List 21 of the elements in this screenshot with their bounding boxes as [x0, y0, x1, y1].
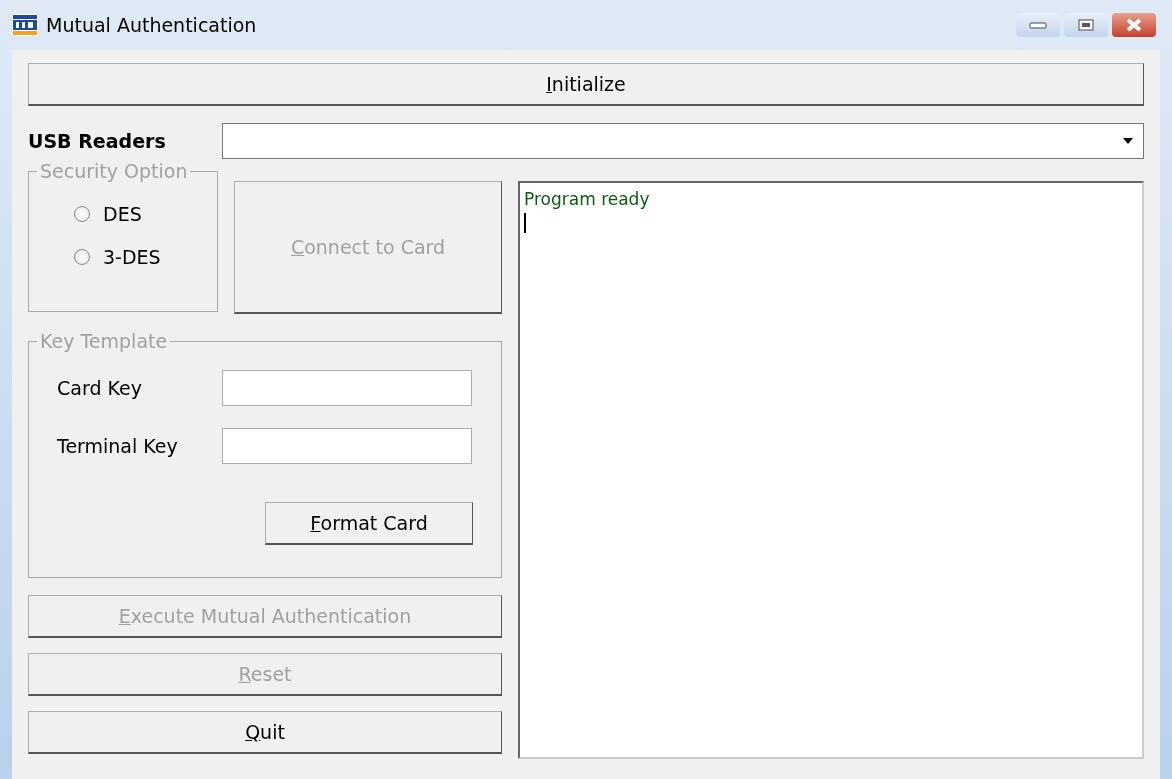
close-button[interactable]	[1112, 13, 1156, 37]
reader-dropdown[interactable]	[222, 123, 1144, 159]
app-icon	[12, 14, 38, 36]
field-label: USB Readers	[28, 128, 167, 154]
close-icon	[1125, 18, 1143, 32]
minimize-icon	[1029, 21, 1047, 29]
initialize-button[interactable]: Initialize	[28, 63, 1144, 106]
field-label: Card Key	[57, 375, 143, 401]
input-field[interactable]	[222, 370, 472, 406]
maximize-button[interactable]	[1064, 13, 1108, 37]
radio-label: DES	[103, 202, 142, 227]
minimize-button[interactable]	[1016, 13, 1060, 37]
window-title: Mutual Authentication	[46, 12, 257, 38]
dropdown-arrow-icon	[1122, 137, 1134, 145]
quit-button[interactable]: Quit	[28, 711, 502, 754]
text-cursor	[524, 212, 526, 233]
input-field[interactable]	[222, 428, 472, 464]
maximize-icon	[1078, 19, 1094, 31]
log-area[interactable]: Program ready	[518, 181, 1144, 759]
radio-label: 3-DES	[103, 244, 161, 270]
field-label: Terminal Key	[57, 433, 179, 459]
